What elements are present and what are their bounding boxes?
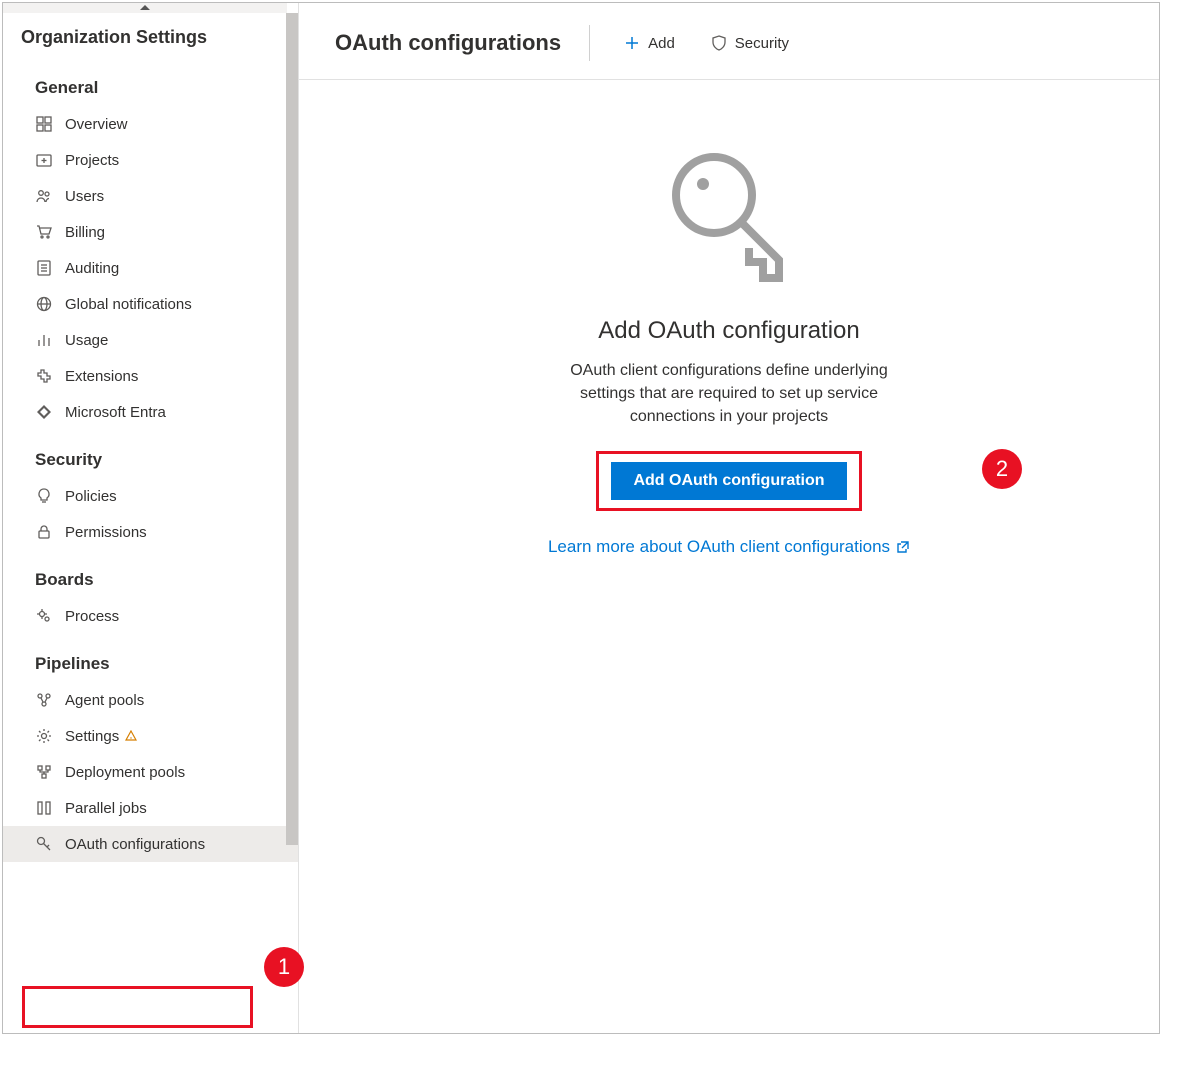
nav-label: Deployment pools	[65, 764, 185, 781]
lock-icon	[35, 523, 53, 541]
gear-icon	[35, 727, 53, 745]
cmd-label: Add	[648, 35, 675, 52]
sidebar-item-projects[interactable]: Projects	[3, 142, 299, 178]
empty-state: Add OAuth configuration OAuth client con…	[299, 150, 1159, 557]
users-icon	[35, 187, 53, 205]
warning-badge-icon	[125, 730, 137, 742]
section-pipelines: Pipelines	[3, 634, 299, 682]
sidebar-item-extensions[interactable]: Extensions	[3, 358, 299, 394]
grid-icon	[35, 115, 53, 133]
callout-badge-2: 2	[982, 449, 1022, 489]
gears-icon	[35, 607, 53, 625]
nav-label: OAuth configurations	[65, 836, 205, 853]
sidebar-title: Organization Settings	[3, 13, 299, 58]
sidebar: Organization Settings General Overview P…	[3, 3, 299, 1033]
nav-label: Policies	[65, 488, 117, 505]
cart-icon	[35, 223, 53, 241]
learn-more-link[interactable]: Learn more about OAuth client configurat…	[548, 537, 910, 557]
key-illustration	[669, 150, 789, 293]
key-icon	[35, 835, 53, 853]
callout-badge-1: 1	[264, 947, 304, 987]
add-oauth-configuration-button[interactable]: Add OAuth configuration	[611, 462, 846, 500]
nav-label: Projects	[65, 152, 119, 169]
nav-label: Billing	[65, 224, 105, 241]
section-security: Security	[3, 430, 299, 478]
nav-label: Overview	[65, 116, 128, 133]
scroll-up-button[interactable]	[3, 3, 287, 13]
highlight-box-2: Add OAuth configuration	[596, 451, 861, 511]
nav-label: Global notifications	[65, 296, 192, 313]
sidebar-item-policies[interactable]: Policies	[3, 478, 299, 514]
empty-state-description: OAuth client configurations define under…	[564, 359, 894, 429]
sidebar-item-overview[interactable]: Overview	[3, 106, 299, 142]
diamond-icon	[35, 403, 53, 421]
main-content: OAuth configurations Add Security Add OA…	[299, 3, 1159, 1033]
nav-label: Agent pools	[65, 692, 144, 709]
shield-icon	[711, 35, 727, 51]
page-heading: OAuth configurations	[335, 30, 561, 56]
security-button[interactable]: Security	[705, 31, 795, 56]
nav-label: Microsoft Entra	[65, 404, 166, 421]
sidebar-item-usage[interactable]: Usage	[3, 322, 299, 358]
nodes-icon	[35, 691, 53, 709]
sidebar-item-users[interactable]: Users	[3, 178, 299, 214]
deployment-icon	[35, 763, 53, 781]
puzzle-icon	[35, 367, 53, 385]
globe-icon	[35, 295, 53, 313]
link-label: Learn more about OAuth client configurat…	[548, 537, 890, 557]
sidebar-item-global-notifications[interactable]: Global notifications	[3, 286, 299, 322]
nav-label: Process	[65, 608, 119, 625]
sidebar-item-billing[interactable]: Billing	[3, 214, 299, 250]
parallel-icon	[35, 799, 53, 817]
section-boards: Boards	[3, 550, 299, 598]
divider	[589, 25, 590, 61]
list-icon	[35, 259, 53, 277]
nav-label: Extensions	[65, 368, 138, 385]
sidebar-item-auditing[interactable]: Auditing	[3, 250, 299, 286]
nav-label: Users	[65, 188, 104, 205]
sidebar-item-permissions[interactable]: Permissions	[3, 514, 299, 550]
sidebar-item-parallel-jobs[interactable]: Parallel jobs	[3, 790, 299, 826]
section-general: General	[3, 58, 299, 106]
nav-label: Auditing	[65, 260, 119, 277]
sidebar-item-oauth-configurations[interactable]: OAuth configurations	[3, 826, 299, 862]
external-link-icon	[896, 540, 910, 554]
empty-state-title: Add OAuth configuration	[598, 317, 860, 345]
topbar: OAuth configurations Add Security	[299, 3, 1159, 80]
sidebar-item-process[interactable]: Process	[3, 598, 299, 634]
lightbulb-icon	[35, 487, 53, 505]
cmd-label: Security	[735, 35, 789, 52]
add-button[interactable]: Add	[618, 31, 681, 56]
nav-label: Usage	[65, 332, 108, 349]
plus-icon	[624, 35, 640, 51]
sidebar-item-agent-pools[interactable]: Agent pools	[3, 682, 299, 718]
nav-label: Settings	[65, 728, 119, 745]
bar-chart-icon	[35, 331, 53, 349]
nav-label: Parallel jobs	[65, 800, 147, 817]
sidebar-item-deployment-pools[interactable]: Deployment pools	[3, 754, 299, 790]
sidebar-item-settings[interactable]: Settings	[3, 718, 299, 754]
sidebar-item-microsoft-entra[interactable]: Microsoft Entra	[3, 394, 299, 430]
folder-plus-icon	[35, 151, 53, 169]
nav-label: Permissions	[65, 524, 147, 541]
